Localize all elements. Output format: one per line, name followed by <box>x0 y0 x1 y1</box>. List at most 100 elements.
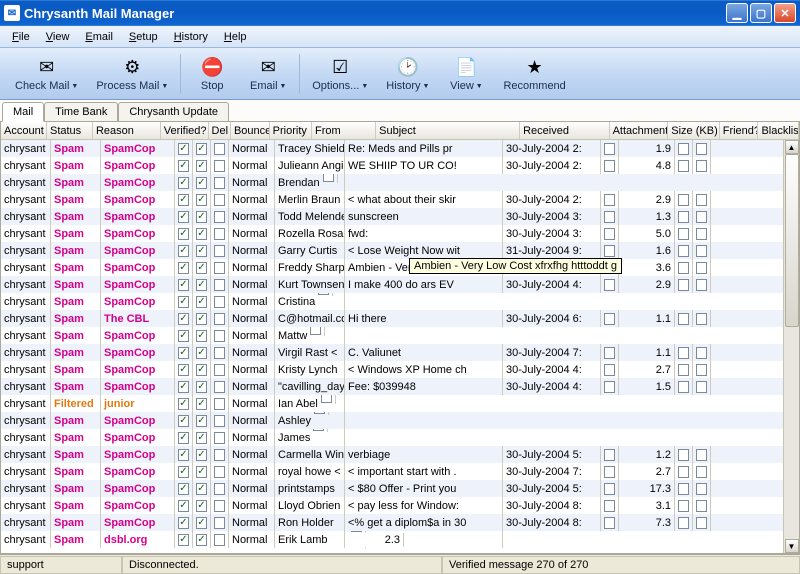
menu-email[interactable]: Email <box>77 29 121 45</box>
cell-verified[interactable]: ✓ <box>175 412 193 429</box>
cell-attachment[interactable] <box>601 242 619 259</box>
cell-bounce[interactable] <box>211 191 229 208</box>
cell-verified[interactable]: ✓ <box>175 276 193 293</box>
cell-friend[interactable] <box>675 514 693 531</box>
checked-box-icon[interactable]: ✓ <box>196 245 207 257</box>
column-header-received[interactable]: Received <box>520 122 610 139</box>
grid-body[interactable]: chrysantSpamSpamCop✓✓NormalTracey Shield… <box>1 140 783 553</box>
cell-blacklist[interactable] <box>693 157 711 174</box>
cell-verified[interactable]: ✓ <box>175 174 193 191</box>
cell-friend[interactable] <box>675 378 693 395</box>
unchecked-box-icon[interactable] <box>318 293 329 295</box>
column-header-priority[interactable]: Priority <box>270 122 312 139</box>
unchecked-box-icon[interactable] <box>214 415 225 427</box>
maximize-button[interactable]: ▢ <box>750 3 772 23</box>
checked-box-icon[interactable]: ✓ <box>178 415 189 427</box>
cell-bounce[interactable] <box>211 157 229 174</box>
cell-verified[interactable]: ✓ <box>175 225 193 242</box>
vertical-scrollbar[interactable]: ▲ ▼ <box>783 140 799 553</box>
checked-box-icon[interactable]: ✓ <box>178 347 189 359</box>
menu-file[interactable]: File <box>4 29 38 45</box>
close-button[interactable]: ✕ <box>774 3 796 23</box>
cell-blacklist[interactable] <box>693 310 711 327</box>
cell-friend[interactable] <box>675 140 693 157</box>
checked-box-icon[interactable]: ✓ <box>178 313 189 325</box>
unchecked-box-icon[interactable] <box>604 466 615 478</box>
cell-friend[interactable] <box>675 480 693 497</box>
column-header-account[interactable]: Account <box>1 122 47 139</box>
checked-box-icon[interactable]: ✓ <box>196 517 207 529</box>
cell-bounce[interactable] <box>211 514 229 531</box>
column-header-bounce[interactable]: Bounce <box>231 122 270 139</box>
unchecked-box-icon[interactable] <box>604 228 615 240</box>
toolbar-history[interactable]: 🕑History▼ <box>377 52 438 95</box>
mail-row[interactable]: chrysantSpamSpamCop✓✓NormalMattw L1ttle … <box>1 327 783 344</box>
checked-box-icon[interactable]: ✓ <box>178 330 189 342</box>
cell-blacklist[interactable] <box>693 242 711 259</box>
unchecked-box-icon[interactable] <box>214 483 225 495</box>
unchecked-box-icon[interactable] <box>678 517 689 529</box>
checked-box-icon[interactable]: ✓ <box>178 534 189 546</box>
checked-box-icon[interactable]: ✓ <box>196 534 207 546</box>
cell-bounce[interactable] <box>211 446 229 463</box>
toolbar-recommend[interactable]: ★Recommend <box>494 52 574 95</box>
mail-row[interactable]: chrysantSpamSpamCop✓✓NormalVirgil Rast <… <box>1 344 783 361</box>
mail-row[interactable]: chrysantSpamSpamCop✓✓Normalprintstamps< … <box>1 480 783 497</box>
checked-box-icon[interactable]: ✓ <box>178 194 189 206</box>
cell-bounce[interactable] <box>211 310 229 327</box>
cell-friend[interactable] <box>675 208 693 225</box>
cell-bounce[interactable] <box>211 242 229 259</box>
cell-friend[interactable] <box>675 225 693 242</box>
checked-box-icon[interactable]: ✓ <box>196 381 207 393</box>
column-header-reason[interactable]: Reason <box>93 122 161 139</box>
menu-history[interactable]: History <box>166 29 216 45</box>
cell-delete[interactable]: ✓ <box>193 514 211 531</box>
unchecked-box-icon[interactable] <box>696 245 707 257</box>
cell-friend[interactable] <box>675 446 693 463</box>
unchecked-box-icon[interactable] <box>678 347 689 359</box>
unchecked-box-icon[interactable] <box>678 500 689 512</box>
checked-box-icon[interactable]: ✓ <box>196 211 207 223</box>
checked-box-icon[interactable]: ✓ <box>178 500 189 512</box>
checked-box-icon[interactable]: ✓ <box>196 398 207 410</box>
mail-row[interactable]: chrysantFilteredjunior✓✓NormalIan Abel w… <box>1 395 783 412</box>
unchecked-box-icon[interactable] <box>214 330 225 342</box>
cell-verified[interactable]: ✓ <box>175 242 193 259</box>
unchecked-box-icon[interactable] <box>323 174 334 182</box>
checked-box-icon[interactable]: ✓ <box>178 483 189 495</box>
cell-verified[interactable]: ✓ <box>175 497 193 514</box>
cell-friend[interactable] <box>675 361 693 378</box>
toolbar-check-mail[interactable]: ✉Check Mail▼ <box>6 52 87 95</box>
cell-attachment[interactable] <box>601 378 619 395</box>
scroll-thumb[interactable] <box>785 154 799 327</box>
unchecked-box-icon[interactable] <box>696 449 707 461</box>
unchecked-box-icon[interactable] <box>678 313 689 325</box>
cell-blacklist[interactable] <box>693 446 711 463</box>
mail-row[interactable]: chrysantSpamThe CBL✓✓NormalC@hotmail.coH… <box>1 310 783 327</box>
cell-bounce[interactable] <box>211 259 229 276</box>
cell-delete[interactable]: ✓ <box>193 293 211 310</box>
checked-box-icon[interactable]: ✓ <box>196 466 207 478</box>
unchecked-box-icon[interactable] <box>604 279 615 291</box>
unchecked-box-icon[interactable] <box>214 143 225 155</box>
unchecked-box-icon[interactable] <box>604 449 615 461</box>
mail-row[interactable]: chrysantSpamSpamCop✓✓NormalRon Holder<% … <box>1 514 783 531</box>
unchecked-box-icon[interactable] <box>696 313 707 325</box>
column-header-size[interactable]: Size (KB) <box>668 122 719 139</box>
cell-delete[interactable]: ✓ <box>193 157 211 174</box>
unchecked-box-icon[interactable] <box>214 364 225 376</box>
column-header-status[interactable]: Status <box>47 122 93 139</box>
checked-box-icon[interactable]: ✓ <box>178 160 189 172</box>
cell-verified[interactable]: ✓ <box>175 157 193 174</box>
cell-delete[interactable]: ✓ <box>193 242 211 259</box>
checked-box-icon[interactable]: ✓ <box>178 432 189 444</box>
cell-verified[interactable]: ✓ <box>175 446 193 463</box>
checked-box-icon[interactable]: ✓ <box>178 279 189 291</box>
unchecked-box-icon[interactable] <box>604 160 615 172</box>
cell-verified[interactable]: ✓ <box>175 531 193 548</box>
unchecked-box-icon[interactable] <box>696 381 707 393</box>
unchecked-box-icon[interactable] <box>604 194 615 206</box>
scroll-up-arrow[interactable]: ▲ <box>785 140 799 154</box>
unchecked-box-icon[interactable] <box>313 429 324 431</box>
checked-box-icon[interactable]: ✓ <box>196 160 207 172</box>
